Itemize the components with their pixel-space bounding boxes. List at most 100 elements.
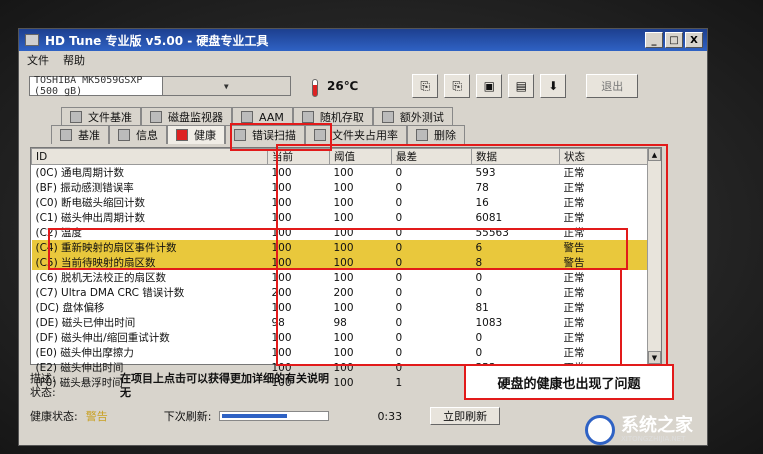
drive-select[interactable]: TOSHIBA MK5059GSXP (500 gB) ▼: [29, 75, 291, 97]
tab-benchmark[interactable]: 基准: [51, 125, 109, 144]
col-id[interactable]: ID: [31, 148, 268, 165]
copy-all-icon[interactable]: ⎘: [444, 74, 471, 98]
tab-strip: 文件基准 磁盘监视器 AAM 随机存取 额外测试 基准 信息 健康 错误扫描 文…: [31, 103, 695, 147]
cell-id: (C1) 磁头伸出周期计数: [35, 212, 146, 224]
scroll-down-icon[interactable]: ▼: [648, 351, 661, 364]
tab-label: 信息: [136, 129, 158, 142]
col-current[interactable]: 当前: [267, 148, 330, 165]
save-icon[interactable]: ▣: [476, 74, 503, 98]
description-value: 在项目上点击可以获得更加详细的有关说明: [120, 372, 329, 385]
col-status[interactable]: 状态: [559, 148, 648, 165]
tab-extra-tests[interactable]: 额外测试: [372, 107, 453, 126]
cell-id: (C6) 脱机无法校正的扇区数: [35, 272, 167, 284]
cell-thr: 100: [333, 331, 354, 344]
cell-thr: 100: [333, 211, 354, 224]
tab-disk-monitor[interactable]: 磁盘监视器: [141, 107, 232, 126]
restore-button[interactable]: □: [665, 32, 683, 48]
col-threshold[interactable]: 阈值: [329, 148, 392, 165]
title-bar[interactable]: HD Tune 专业版 v5.00 - 硬盘专业工具 _ □ X: [19, 29, 707, 51]
tab-label: 额外测试: [399, 111, 444, 124]
cell-cur: 100: [267, 255, 330, 270]
extra-tests-icon: [381, 111, 394, 123]
cell-status: 正常: [563, 212, 585, 224]
cell-data: 0: [475, 286, 483, 299]
tab-aam[interactable]: AAM: [232, 107, 293, 126]
table-row[interactable]: (C4) 重新映射的扇区事件计数 100 100 0 6 警告: [31, 240, 648, 255]
window-title: HD Tune 专业版 v5.00 - 硬盘专业工具: [45, 33, 269, 48]
callout-connector: [620, 268, 622, 366]
table-row[interactable]: (DE) 磁头已伸出时间 98 98 0 1083 正常: [32, 315, 648, 330]
scroll-up-icon[interactable]: ▲: [648, 148, 661, 161]
tab-folder-usage[interactable]: 文件夹占用率: [305, 125, 407, 144]
cell-cur: 100: [267, 240, 330, 255]
erase-icon: [416, 129, 428, 141]
table-row[interactable]: (C0) 断电磁头缩回计数 100 100 0 16 正常: [32, 195, 648, 210]
cell-thr: 100: [333, 196, 354, 209]
smart-table-panel: ID 当前 阈值 最差 数据 状态 (0C) 通电周期计数 100 100 0 593 正…: [30, 147, 662, 389]
tab-error-scan[interactable]: 错误扫描: [225, 125, 305, 144]
watermark-url: XITONGZHIJIA.NET: [621, 435, 686, 443]
refresh-now-button[interactable]: 立即刷新: [430, 407, 501, 425]
col-data[interactable]: 数据: [471, 148, 560, 165]
health-status-value: 警告: [85, 410, 108, 423]
table-row[interactable]: (E0) 磁头伸出摩擦力 100 100 0 0 正常: [32, 345, 648, 360]
cell-worst: 0: [395, 166, 403, 179]
cell-id: (C2) 温度: [35, 227, 83, 239]
status-value: 无: [120, 386, 131, 399]
tab-erase[interactable]: 删除: [407, 125, 465, 144]
cell-id: (E0) 磁头伸出摩擦力: [35, 347, 134, 359]
table-row[interactable]: (0C) 通电周期计数 100 100 0 593 正常: [32, 165, 648, 181]
cell-thr: 100: [333, 301, 354, 314]
info-icon: [118, 129, 130, 141]
smart-table: ID 当前 阈值 最差 数据 状态 (0C) 通电周期计数 100 100 0 593 正…: [31, 148, 648, 390]
cell-worst: 0: [391, 240, 472, 255]
tab-health[interactable]: 健康: [167, 125, 225, 144]
chevron-down-icon[interactable]: ▼: [161, 77, 290, 95]
table-row[interactable]: (DF) 磁头伸出/缩回重试计数 100 100 0 0 正常: [32, 330, 648, 345]
cell-data: 78: [475, 181, 489, 194]
cell-data: 16: [475, 196, 489, 209]
cell-cur: 100: [271, 181, 292, 194]
tab-info[interactable]: 信息: [109, 125, 167, 144]
cell-status: 正常: [563, 317, 585, 329]
minimize-button[interactable]: _: [645, 32, 663, 48]
exit-button[interactable]: 退出: [586, 74, 639, 98]
cell-cur: 100: [271, 346, 292, 359]
tab-file-benchmark[interactable]: 文件基准: [61, 107, 141, 126]
tab-label: 文件基准: [88, 111, 132, 124]
screenshot-icon[interactable]: ▤: [508, 74, 535, 98]
cell-status: 正常: [563, 302, 585, 314]
table-row[interactable]: (C7) Ultra DMA CRC 错误计数 200 200 0 0 正常: [32, 285, 648, 300]
watermark-text-block: 系统之家 XITONGZHIJIA.NET: [621, 415, 693, 444]
cell-cur: 100: [271, 331, 292, 344]
menu-file[interactable]: 文件: [27, 52, 49, 68]
cell-id: (BF) 振动感测错误率: [35, 182, 134, 194]
close-button[interactable]: X: [685, 32, 703, 48]
tab-random-access[interactable]: 随机存取: [292, 107, 373, 126]
table-row[interactable]: (DC) 盘体偏移 100 100 0 81 正常: [32, 300, 648, 315]
cell-thr: 100: [329, 240, 392, 255]
table-row[interactable]: (C2) 温度 100 100 0 55563 正常: [32, 225, 648, 240]
menu-help[interactable]: 帮助: [63, 52, 85, 68]
annotation-callout: 硬盘的健康也出现了问题: [464, 364, 674, 400]
menu-bar: 文件 帮助: [19, 51, 707, 69]
refresh-countdown: 0:33: [377, 409, 403, 423]
table-row[interactable]: (C1) 磁头伸出周期计数 100 100 0 6081 正常: [32, 210, 648, 225]
tab-label: 健康: [194, 129, 216, 142]
table-row[interactable]: (C5) 当前待映射的扇区数 100 100 0 8 警告: [31, 255, 648, 270]
table-row[interactable]: (BF) 振动感测错误率 100 100 0 78 正常: [32, 180, 648, 195]
refresh-progress-fill: [222, 414, 287, 418]
table-row[interactable]: (C6) 脱机无法校正的扇区数 100 100 0 0 正常: [32, 270, 648, 285]
col-worst[interactable]: 最差: [391, 148, 472, 165]
cell-data: 1083: [475, 316, 503, 329]
download-icon[interactable]: ⬇: [540, 74, 567, 98]
watermark-title: 系统之家: [621, 415, 693, 436]
cell-cur: 100: [271, 301, 292, 314]
status-label: 状态:: [30, 386, 56, 399]
cell-cur: 100: [271, 226, 292, 239]
table-body: (0C) 通电周期计数 100 100 0 593 正常 (BF) 振动感测错误率 100 10…: [31, 165, 648, 391]
cell-data: 0: [475, 331, 483, 344]
copy-icon[interactable]: ⎘: [412, 74, 439, 98]
scrollbar[interactable]: ▲ ▼: [647, 148, 661, 364]
cell-worst: 0: [395, 211, 403, 224]
